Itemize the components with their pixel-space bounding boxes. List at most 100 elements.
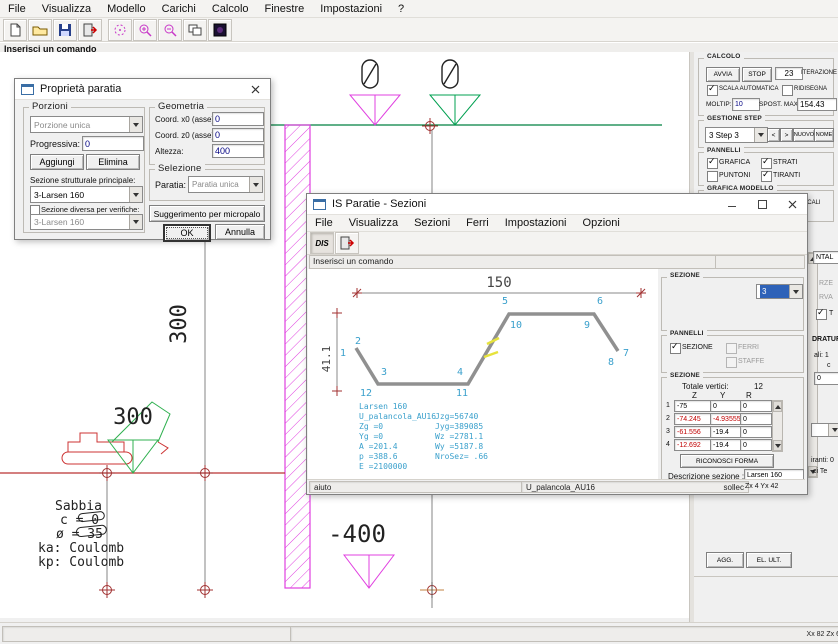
row-4-r[interactable]: 0 [740,439,772,451]
sezioni-menu-visualizza[interactable]: Visualizza [341,216,406,230]
cascade-windows-icon[interactable] [183,19,207,41]
ok-button[interactable]: OK [163,224,211,242]
open-folder-icon[interactable] [28,19,52,41]
close-icon[interactable] [777,194,807,214]
sezioni-menu-ferri[interactable]: Ferri [458,216,497,230]
fragment-t-checkbox[interactable] [816,309,827,320]
row-1-y[interactable]: 0 [710,400,744,412]
chevron-down-icon[interactable] [129,215,142,229]
menu-calcolo[interactable]: Calcolo [204,2,257,16]
minimize-icon[interactable] [717,194,747,214]
row-3-z[interactable]: -61.556 [674,426,714,438]
chevron-down-icon[interactable] [828,424,838,436]
menu-modello[interactable]: Modello [99,2,154,16]
sezioni-menu-file[interactable]: File [307,216,341,230]
elimina-button[interactable]: Elimina [86,154,140,170]
scala-automatica-checkbox[interactable] [707,85,718,96]
ridisegna-checkbox[interactable] [782,85,793,96]
row-1-r[interactable]: 0 [740,400,772,412]
progressiva-input[interactable]: 0 [82,136,144,151]
scroll-up-icon[interactable] [773,401,782,412]
scroll-down-icon[interactable] [773,440,782,451]
zoom-in-icon[interactable] [133,19,157,41]
menu-finestre[interactable]: Finestre [257,2,313,16]
totale-vertici-value: 12 [754,382,763,391]
fragment-zero-input[interactable]: 0 [814,372,838,385]
save-icon[interactable] [53,19,77,41]
panel-scrollbar[interactable] [807,252,818,478]
load-zero-right [442,60,458,88]
section-canvas[interactable]: 150 41.1 1 2 3 4 [308,269,658,479]
nome-button[interactable]: NOME [814,128,834,142]
moltip-input[interactable]: 10 [732,98,760,111]
suggerimento-micropalo-button[interactable]: Suggerimento per micropalo [149,205,265,222]
menu-carichi[interactable]: Carichi [154,2,204,16]
agg-button[interactable]: AGG. [706,552,744,568]
ferri-checkbox[interactable] [726,343,737,354]
avvia-button[interactable]: AVVIA [706,67,740,82]
altezza-input[interactable]: 400 [212,144,264,158]
dialog-titlebar[interactable]: Proprietà paratia [15,79,270,100]
group-sezioni-pannelli: PANNELLI SEZIONE FERRI STAFFE [661,335,804,373]
puntoni-checkbox[interactable] [707,171,718,182]
chevron-down-icon[interactable] [129,117,142,132]
porzione-combo[interactable]: Porzione unica [30,116,143,133]
staffe-checkbox[interactable] [726,357,737,368]
menu-help[interactable]: ? [390,2,412,16]
fragment-combo[interactable] [811,423,838,437]
aggiungi-button[interactable]: Aggiungi [30,154,84,170]
sezione-number-combo[interactable]: 3 [756,284,803,299]
grafica-checkbox[interactable] [707,158,718,169]
dis-button[interactable]: DIS [310,232,334,254]
nuovo-button[interactable]: NUOVO [793,128,815,142]
chevron-down-icon[interactable] [249,177,262,192]
annulla-button[interactable]: Annulla [215,224,265,240]
paratia-combo[interactable]: Paratia unica [188,176,263,193]
step-selector[interactable]: 3 Step 3 [705,127,768,143]
export-icon[interactable] [335,232,359,254]
render-icon[interactable] [208,19,232,41]
sezioni-command-bar-right [715,255,805,269]
row-2-y[interactable]: -4.93555 [710,413,744,425]
sezioni-titlebar[interactable]: IS Paratie - Sezioni [307,194,807,215]
step-next-button[interactable]: > [780,128,793,142]
row-4-z[interactable]: -12.692 [674,439,714,451]
sezione-verifiche-combo[interactable]: 3-Larsen 160 [30,214,143,230]
maximize-icon[interactable] [747,194,777,214]
row-2-r[interactable]: 0 [740,413,772,425]
row-2-z[interactable]: -74.245 [674,413,714,425]
menu-file[interactable]: File [0,2,34,16]
zoom-out-icon[interactable] [158,19,182,41]
stop-button[interactable]: STOP [742,67,772,82]
strati-checkbox[interactable] [761,158,772,169]
zoom-window-icon[interactable] [108,19,132,41]
sezioni-menu-opzioni[interactable]: Opzioni [575,216,628,230]
tiranti-checkbox[interactable] [761,171,772,182]
sezioni-menu-impostazioni[interactable]: Impostazioni [497,216,575,230]
group-geometria: Geometria Coord. x0 (asse): 0 Coord. z0 … [149,107,265,165]
menu-impostazioni[interactable]: Impostazioni [312,2,390,16]
sezioni-menu-sezioni[interactable]: Sezioni [406,216,458,230]
coord-x0-input[interactable]: 0 [212,112,264,126]
col-z-header: Z [692,391,697,400]
vertices-scrollbar[interactable] [772,400,783,452]
coord-z0-input[interactable]: 0 [212,128,264,142]
sezione-view-checkbox[interactable] [670,343,681,354]
puntoni-label: PUNTONI [719,172,750,179]
el-ult-button[interactable]: EL. ULT. [746,552,792,568]
row-1-z[interactable]: -75 [674,400,714,412]
sezione-strutturale-combo[interactable]: 3-Larsen 160 [30,186,143,203]
row-3-y[interactable]: -19.4 [710,426,744,438]
chevron-down-icon[interactable] [789,285,802,298]
chevron-down-icon[interactable] [129,187,142,202]
row-3-r[interactable]: 0 [740,426,772,438]
step-prev-button[interactable]: < [767,128,780,142]
new-document-icon[interactable] [3,19,27,41]
riconosci-forma-button[interactable]: RICONOSCI FORMA [680,454,774,468]
dialog-close-icon[interactable] [240,79,270,99]
row-4-y[interactable]: -19.4 [710,439,744,451]
export-icon[interactable] [78,19,102,41]
sezioni-command-bar[interactable]: Inserisci un comando [309,255,718,269]
chevron-down-icon[interactable] [754,128,767,142]
menu-visualizza[interactable]: Visualizza [34,2,99,16]
